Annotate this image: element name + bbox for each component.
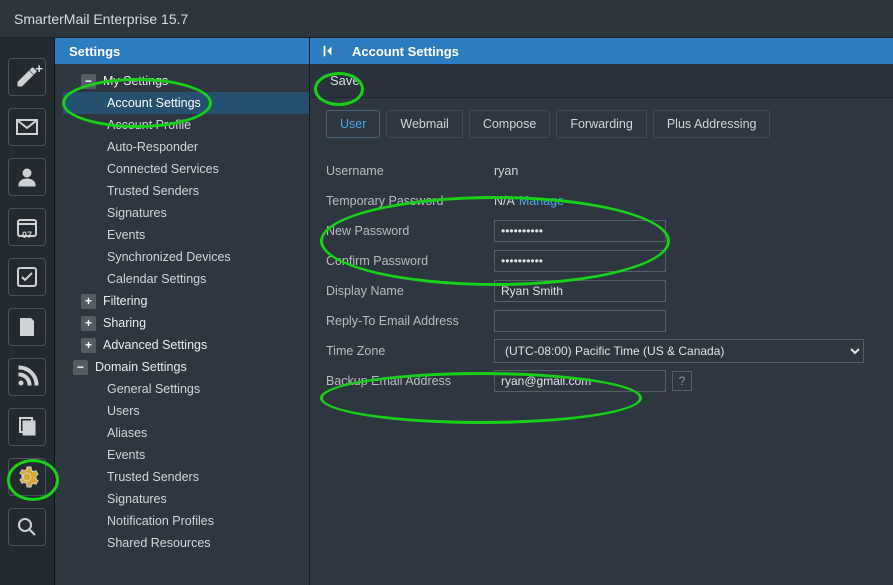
row-username: Username ryan <box>326 156 877 186</box>
calendar-day-label: 07 <box>22 230 32 240</box>
collapse-icon[interactable]: − <box>81 74 96 89</box>
sidebar-title: Settings <box>69 44 120 59</box>
content-toolbar: Save <box>310 64 893 98</box>
content-panel: Account Settings Save User Webmail Compo… <box>310 38 893 585</box>
row-backup-email: Backup Email Address ? <box>326 366 877 396</box>
tree-item-account-settings[interactable]: Account Settings <box>63 92 309 114</box>
expand-icon[interactable]: + <box>81 294 96 309</box>
row-temp-password: Temporary Password N/A Manage <box>326 186 877 216</box>
input-display-name[interactable] <box>494 280 666 302</box>
label-display-name: Display Name <box>326 284 494 298</box>
tree-item-connected-services[interactable]: Connected Services <box>63 158 309 180</box>
person-icon <box>15 165 39 189</box>
content-title: Account Settings <box>352 44 459 59</box>
tree-section-sharing[interactable]: + Sharing <box>63 312 309 334</box>
value-temp-password: N/A <box>494 194 515 208</box>
collapse-sidebar-button[interactable] <box>320 43 336 59</box>
value-username: ryan <box>494 164 518 178</box>
tree-section-filtering[interactable]: + Filtering <box>63 290 309 312</box>
input-backup-email[interactable] <box>494 370 666 392</box>
tab-plus-addressing[interactable]: Plus Addressing <box>653 110 771 138</box>
tree-item-aliases[interactable]: Aliases <box>63 422 309 444</box>
sidebar-header: Settings <box>55 38 309 64</box>
tree-item-synchronized-devices[interactable]: Synchronized Devices <box>63 246 309 268</box>
rail-files[interactable] <box>8 408 46 446</box>
select-timezone[interactable]: (UTC-08:00) Pacific Time (US & Canada) <box>494 339 864 363</box>
label-confirm-password: Confirm Password <box>326 254 494 268</box>
row-confirm-password: Confirm Password <box>326 246 877 276</box>
tree-section-advanced-settings[interactable]: + Advanced Settings <box>63 334 309 356</box>
tab-forwarding[interactable]: Forwarding <box>556 110 647 138</box>
tree-item-events[interactable]: Events <box>63 224 309 246</box>
rail-contacts[interactable] <box>8 158 46 196</box>
collapse-icon[interactable]: − <box>73 360 88 375</box>
tree-item-general-settings[interactable]: General Settings <box>63 378 309 400</box>
app-title: SmarterMail Enterprise 15.7 <box>14 11 188 27</box>
tree-item-calendar-settings[interactable]: Calendar Settings <box>63 268 309 290</box>
gear-icon <box>15 465 39 489</box>
tree-item-signatures[interactable]: Signatures <box>63 202 309 224</box>
input-new-password[interactable] <box>494 220 666 242</box>
tree-item-account-profile[interactable]: Account Profile <box>63 114 309 136</box>
label-reply-to: Reply-To Email Address <box>326 314 494 328</box>
tree-item-notification-profiles[interactable]: Notification Profiles <box>63 510 309 532</box>
plus-icon: + <box>35 61 43 76</box>
rail-tasks[interactable] <box>8 258 46 296</box>
envelope-icon <box>15 115 39 139</box>
checkbox-icon <box>15 265 39 289</box>
app-titlebar: SmarterMail Enterprise 15.7 <box>0 0 893 38</box>
save-button[interactable]: Save <box>324 69 366 92</box>
search-icon <box>15 515 39 539</box>
tree-item-shared-resources[interactable]: Shared Resources <box>63 532 309 554</box>
tree-item-users[interactable]: Users <box>63 400 309 422</box>
label-timezone: Time Zone <box>326 344 494 358</box>
row-display-name: Display Name <box>326 276 877 306</box>
files-icon <box>15 415 39 439</box>
row-new-password: New Password <box>326 216 877 246</box>
tree-section-my-settings[interactable]: − My Settings <box>63 70 309 92</box>
rail-compose[interactable]: + <box>8 58 46 96</box>
tab-webmail[interactable]: Webmail <box>386 110 462 138</box>
rss-icon <box>15 365 39 389</box>
label-username: Username <box>326 164 494 178</box>
tree-item-domain-events[interactable]: Events <box>63 444 309 466</box>
collapse-left-icon <box>321 44 335 58</box>
tab-compose[interactable]: Compose <box>469 110 551 138</box>
nav-rail: + 07 <box>0 38 55 585</box>
note-icon <box>15 315 39 339</box>
tree-section-domain-settings[interactable]: − Domain Settings <box>63 356 309 378</box>
settings-tree: − My Settings Account Settings Account P… <box>55 64 309 585</box>
tree-item-auto-responder[interactable]: Auto-Responder <box>63 136 309 158</box>
expand-icon[interactable]: + <box>81 338 96 353</box>
label-new-password: New Password <box>326 224 494 238</box>
input-reply-to[interactable] <box>494 310 666 332</box>
rail-search[interactable] <box>8 508 46 546</box>
tree-item-trusted-senders[interactable]: Trusted Senders <box>63 180 309 202</box>
label-temp-password: Temporary Password <box>326 194 494 208</box>
user-form: Username ryan Temporary Password N/A Man… <box>310 138 893 414</box>
tree-item-domain-signatures[interactable]: Signatures <box>63 488 309 510</box>
rail-rss[interactable] <box>8 358 46 396</box>
input-confirm-password[interactable] <box>494 250 666 272</box>
rail-calendar[interactable]: 07 <box>8 208 46 246</box>
rail-notes[interactable] <box>8 308 46 346</box>
row-reply-to: Reply-To Email Address <box>326 306 877 336</box>
rail-mail[interactable] <box>8 108 46 146</box>
tab-user[interactable]: User <box>326 110 380 138</box>
content-header: Account Settings <box>310 38 893 64</box>
rail-settings[interactable] <box>8 458 46 496</box>
link-manage-temp-password[interactable]: Manage <box>519 194 564 208</box>
settings-sidebar: Settings − My Settings Account Settings … <box>55 38 310 585</box>
expand-icon[interactable]: + <box>81 316 96 331</box>
help-backup-email[interactable]: ? <box>672 371 692 391</box>
content-tabs: User Webmail Compose Forwarding Plus Add… <box>310 98 893 138</box>
label-backup-email: Backup Email Address <box>326 374 494 388</box>
row-timezone: Time Zone (UTC-08:00) Pacific Time (US &… <box>326 336 877 366</box>
tree-item-domain-trusted-senders[interactable]: Trusted Senders <box>63 466 309 488</box>
